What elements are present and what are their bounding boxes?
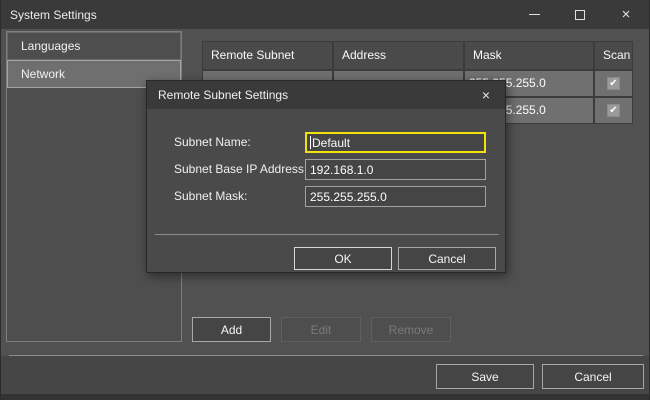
subnet-mask-input[interactable]: 255.255.255.0 xyxy=(305,186,486,207)
dialog-title: Remote Subnet Settings xyxy=(158,88,288,102)
save-button[interactable]: Save xyxy=(436,364,534,389)
column-header-remote-subnet[interactable]: Remote Subnet xyxy=(203,42,332,69)
minimize-button[interactable] xyxy=(511,0,557,29)
remove-button[interactable]: Remove xyxy=(371,317,451,342)
subnet-base-ip-label: Subnet Base IP Address: xyxy=(174,159,307,180)
minimize-icon xyxy=(529,14,540,15)
subnet-mask-label: Subnet Mask: xyxy=(174,186,247,207)
subnet-name-input[interactable]: Default xyxy=(305,132,486,153)
scan-checkbox[interactable]: ✔ xyxy=(607,77,620,90)
subnet-base-ip-input[interactable]: 192.168.1.0 xyxy=(305,159,486,180)
subnet-base-ip-value: 192.168.1.0 xyxy=(310,163,373,177)
sidebar-item-label: Network xyxy=(21,67,65,81)
window-bottom-edge xyxy=(1,394,650,400)
subnet-name-label: Subnet Name: xyxy=(174,132,251,153)
close-icon: × xyxy=(622,7,631,22)
cell-scan: ✔ xyxy=(595,71,632,96)
ok-button[interactable]: OK xyxy=(294,247,392,270)
maximize-button[interactable] xyxy=(557,0,603,29)
add-button[interactable]: Add xyxy=(192,317,271,342)
scan-checkbox[interactable]: ✔ xyxy=(607,104,620,117)
system-settings-window: System Settings × Languages Network Remo… xyxy=(0,0,650,400)
column-header-scan[interactable]: Scan xyxy=(595,42,632,69)
window-title: System Settings xyxy=(10,8,97,22)
remote-subnet-settings-dialog: Remote Subnet Settings × Subnet Name: De… xyxy=(146,80,506,273)
table-header-row: Remote Subnet Address Mask Scan xyxy=(203,42,632,69)
column-header-address[interactable]: Address xyxy=(334,42,463,69)
footer-cancel-button[interactable]: Cancel xyxy=(542,364,644,389)
cell-scan: ✔ xyxy=(595,98,632,123)
maximize-icon xyxy=(575,10,585,20)
text-caret xyxy=(310,136,311,149)
dialog-separator xyxy=(155,234,499,235)
dialog-titlebar[interactable]: Remote Subnet Settings xyxy=(147,81,505,109)
dialog-cancel-button[interactable]: Cancel xyxy=(398,247,496,270)
sidebar-item-label: Languages xyxy=(21,39,80,53)
edit-button[interactable]: Edit xyxy=(281,317,361,342)
dialog-close-button[interactable]: × xyxy=(478,87,494,103)
dialog-close-icon: × xyxy=(482,87,490,103)
close-button[interactable]: × xyxy=(603,0,649,29)
sidebar-item-languages[interactable]: Languages xyxy=(7,32,181,60)
subnet-name-value: Default xyxy=(312,136,350,150)
column-header-mask[interactable]: Mask xyxy=(465,42,593,69)
subnet-mask-value: 255.255.255.0 xyxy=(310,190,387,204)
